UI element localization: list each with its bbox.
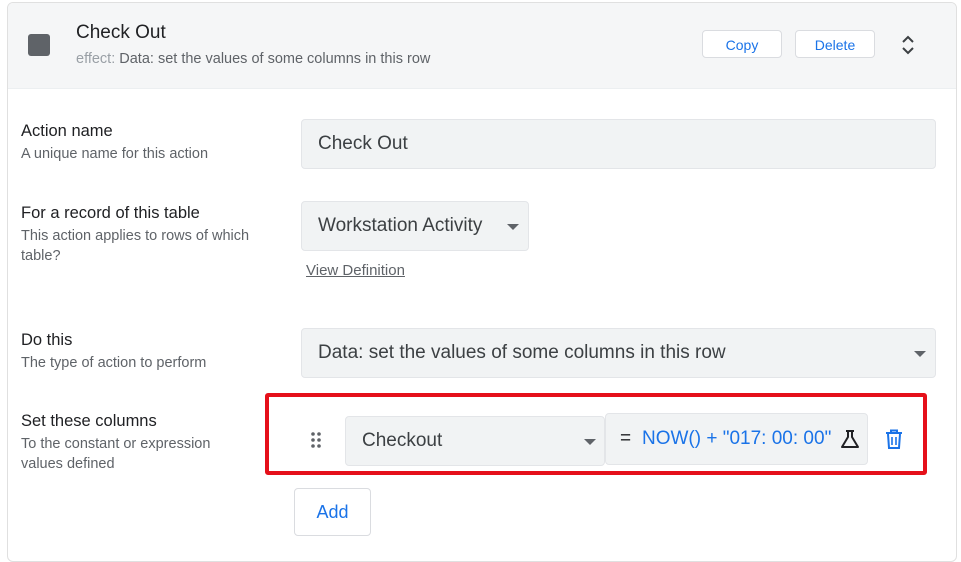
expression-input[interactable]: = NOW() + "017: 00: 00" <box>605 413 868 465</box>
action-type-select[interactable]: Data: set the values of some columns in … <box>301 328 936 378</box>
action-name-help: A unique name for this action <box>21 146 209 162</box>
effect-value: Data: set the values of some columns in … <box>119 51 431 67</box>
expand-collapse-icon[interactable] <box>898 32 918 58</box>
copy-button[interactable]: Copy <box>702 30 782 58</box>
action-name-input[interactable]: Check Out <box>301 119 936 169</box>
expression-assistant-flask-icon[interactable] <box>839 428 861 450</box>
view-definition-link[interactable]: View Definition <box>306 262 405 279</box>
table-label: For a record of this table <box>21 204 200 222</box>
action-header[interactable]: Check Out effect: Data: set the values o… <box>8 3 956 89</box>
table-select-caret-icon <box>507 224 519 230</box>
column-select-value: Checkout <box>362 430 443 451</box>
expression-value: NOW() + "017: 00: 00" <box>642 428 832 449</box>
table-select-value: Workstation Activity <box>318 215 483 236</box>
set-columns-help: To the constant or expression values def… <box>21 436 211 472</box>
delete-button[interactable]: Delete <box>795 30 875 58</box>
table-help: This action applies to rows of which tab… <box>21 228 250 264</box>
action-title: Check Out <box>76 22 166 43</box>
action-type-value: Data: set the values of some columns in … <box>318 342 726 363</box>
table-select[interactable]: Workstation Activity <box>301 201 529 251</box>
drag-handle-icon[interactable] <box>310 431 322 449</box>
do-this-help: The type of action to perform <box>21 355 207 371</box>
column-select[interactable]: Checkout <box>345 416 605 466</box>
set-columns-label: Set these columns <box>21 412 157 430</box>
action-card: Check Out effect: Data: set the values o… <box>7 2 957 562</box>
do-this-label: Do this <box>21 331 73 349</box>
effect-label: effect: <box>76 51 116 67</box>
action-name-value: Check Out <box>318 133 408 154</box>
column-select-caret-icon <box>584 439 596 445</box>
action-name-label: Action name <box>21 122 113 140</box>
action-type-caret-icon <box>914 351 926 357</box>
add-column-button[interactable]: Add <box>294 488 371 536</box>
action-type-icon <box>28 34 50 56</box>
expression-operator: = <box>620 428 632 449</box>
action-effect-summary: effect: Data: set the values of some col… <box>76 51 430 67</box>
delete-row-trash-icon[interactable] <box>885 429 903 449</box>
